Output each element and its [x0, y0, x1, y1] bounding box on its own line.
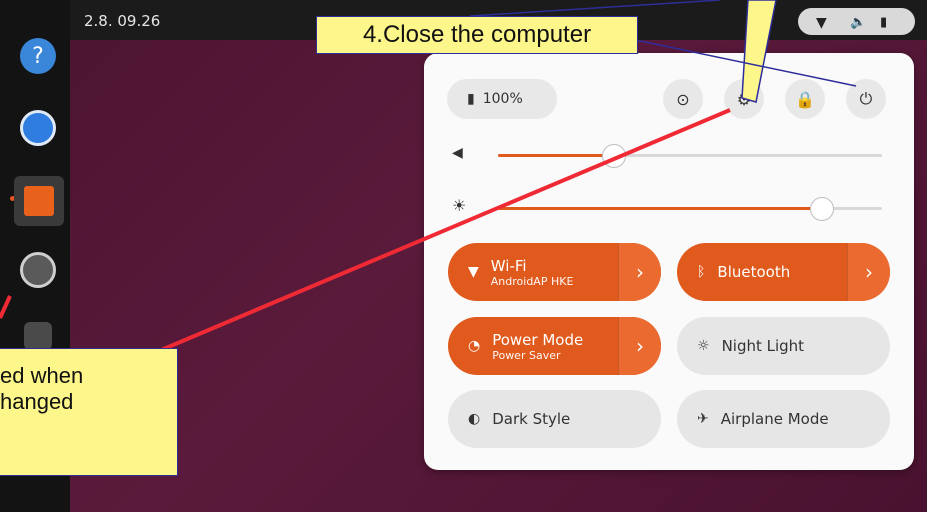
dark-style-toggle[interactable]: ◐ Dark Style	[448, 390, 661, 448]
callout-close-computer: 4.Close the computer	[316, 16, 638, 54]
chevron-right-icon: ›	[636, 260, 644, 284]
battery-status-button[interactable]: ▮ 100%	[447, 79, 557, 119]
brightness-fill	[498, 207, 821, 210]
callout-left-line1: ed when	[0, 363, 84, 388]
lock-button[interactable]: 🔒	[785, 79, 825, 119]
airplane-mode-label: Airplane Mode	[720, 410, 829, 428]
power-button[interactable]: ⏻	[846, 79, 886, 119]
bluetooth-toggle[interactable]: ᛒ Bluetooth ›	[677, 243, 890, 301]
impress-app-icon	[24, 186, 54, 216]
dark-style-icon: ◐	[468, 411, 481, 427]
airplane-mode-toggle[interactable]: ✈ Airplane Mode	[677, 390, 890, 448]
help-app-icon[interactable]: ?	[20, 38, 56, 74]
brightness-knob[interactable]	[810, 197, 834, 221]
battery-icon: ▮	[880, 15, 888, 30]
chevron-right-icon: ›	[865, 260, 873, 284]
impress-app-highlight[interactable]	[14, 176, 64, 226]
volume-fill	[498, 154, 613, 157]
wifi-icon: ▼	[816, 15, 827, 31]
volume-icon: 🔈	[850, 15, 867, 30]
wifi-toggle[interactable]: ▼ Wi-Fi AndroidAP HKE ›	[448, 243, 661, 301]
brightness-icon: ☀	[452, 196, 467, 215]
power-mode-value: Power Saver	[492, 348, 561, 362]
volume-track	[498, 144, 882, 168]
night-light-toggle[interactable]: ☼ Night Light	[677, 317, 890, 375]
battery-icon: ▮	[467, 91, 475, 107]
night-light-icon: ☼	[697, 338, 710, 354]
volume-slider[interactable]: ◀	[452, 144, 882, 168]
battery-percentage: 100%	[482, 91, 523, 107]
chevron-right-icon: ›	[636, 334, 644, 358]
volume-knob[interactable]	[602, 144, 626, 168]
screenshot-button[interactable]: ⊙	[663, 79, 703, 119]
airplane-icon: ✈	[697, 411, 709, 427]
brightness-slider[interactable]: ☀	[452, 196, 882, 221]
lock-icon: 🔒	[795, 89, 815, 109]
brightness-track	[498, 197, 882, 221]
bluetooth-label: Bluetooth	[717, 263, 791, 281]
wifi-label: Wi-Fi	[490, 256, 527, 275]
callout-left-line2: hanged	[0, 389, 74, 414]
camera-icon: ⊙	[676, 89, 690, 109]
power-icon: ⏻	[859, 89, 873, 108]
wifi-icon: ▼	[468, 264, 479, 280]
settings-button[interactable]: ⚙	[724, 79, 764, 119]
settings-app-icon[interactable]	[20, 252, 56, 288]
bluetooth-icon: ᛒ	[697, 264, 706, 280]
dark-style-label: Dark Style	[492, 410, 571, 428]
power-mode-icon: ◔	[468, 338, 481, 354]
usb-drive-icon[interactable]	[24, 322, 52, 350]
power-mode-label: Power Mode	[492, 330, 584, 349]
clock[interactable]: 2.8. 09.26	[84, 12, 160, 30]
speaker-icon: ◀	[452, 145, 463, 161]
callout-partial-left: ed when hanged	[0, 348, 178, 476]
night-light-label: Night Light	[721, 337, 805, 355]
chromium-app-icon[interactable]	[20, 110, 56, 146]
wifi-network-name: AndroidAP HKE	[490, 274, 574, 288]
power-mode-toggle[interactable]: ◔ Power Mode Power Saver ›	[448, 317, 661, 375]
gear-icon: ⚙	[736, 89, 752, 109]
